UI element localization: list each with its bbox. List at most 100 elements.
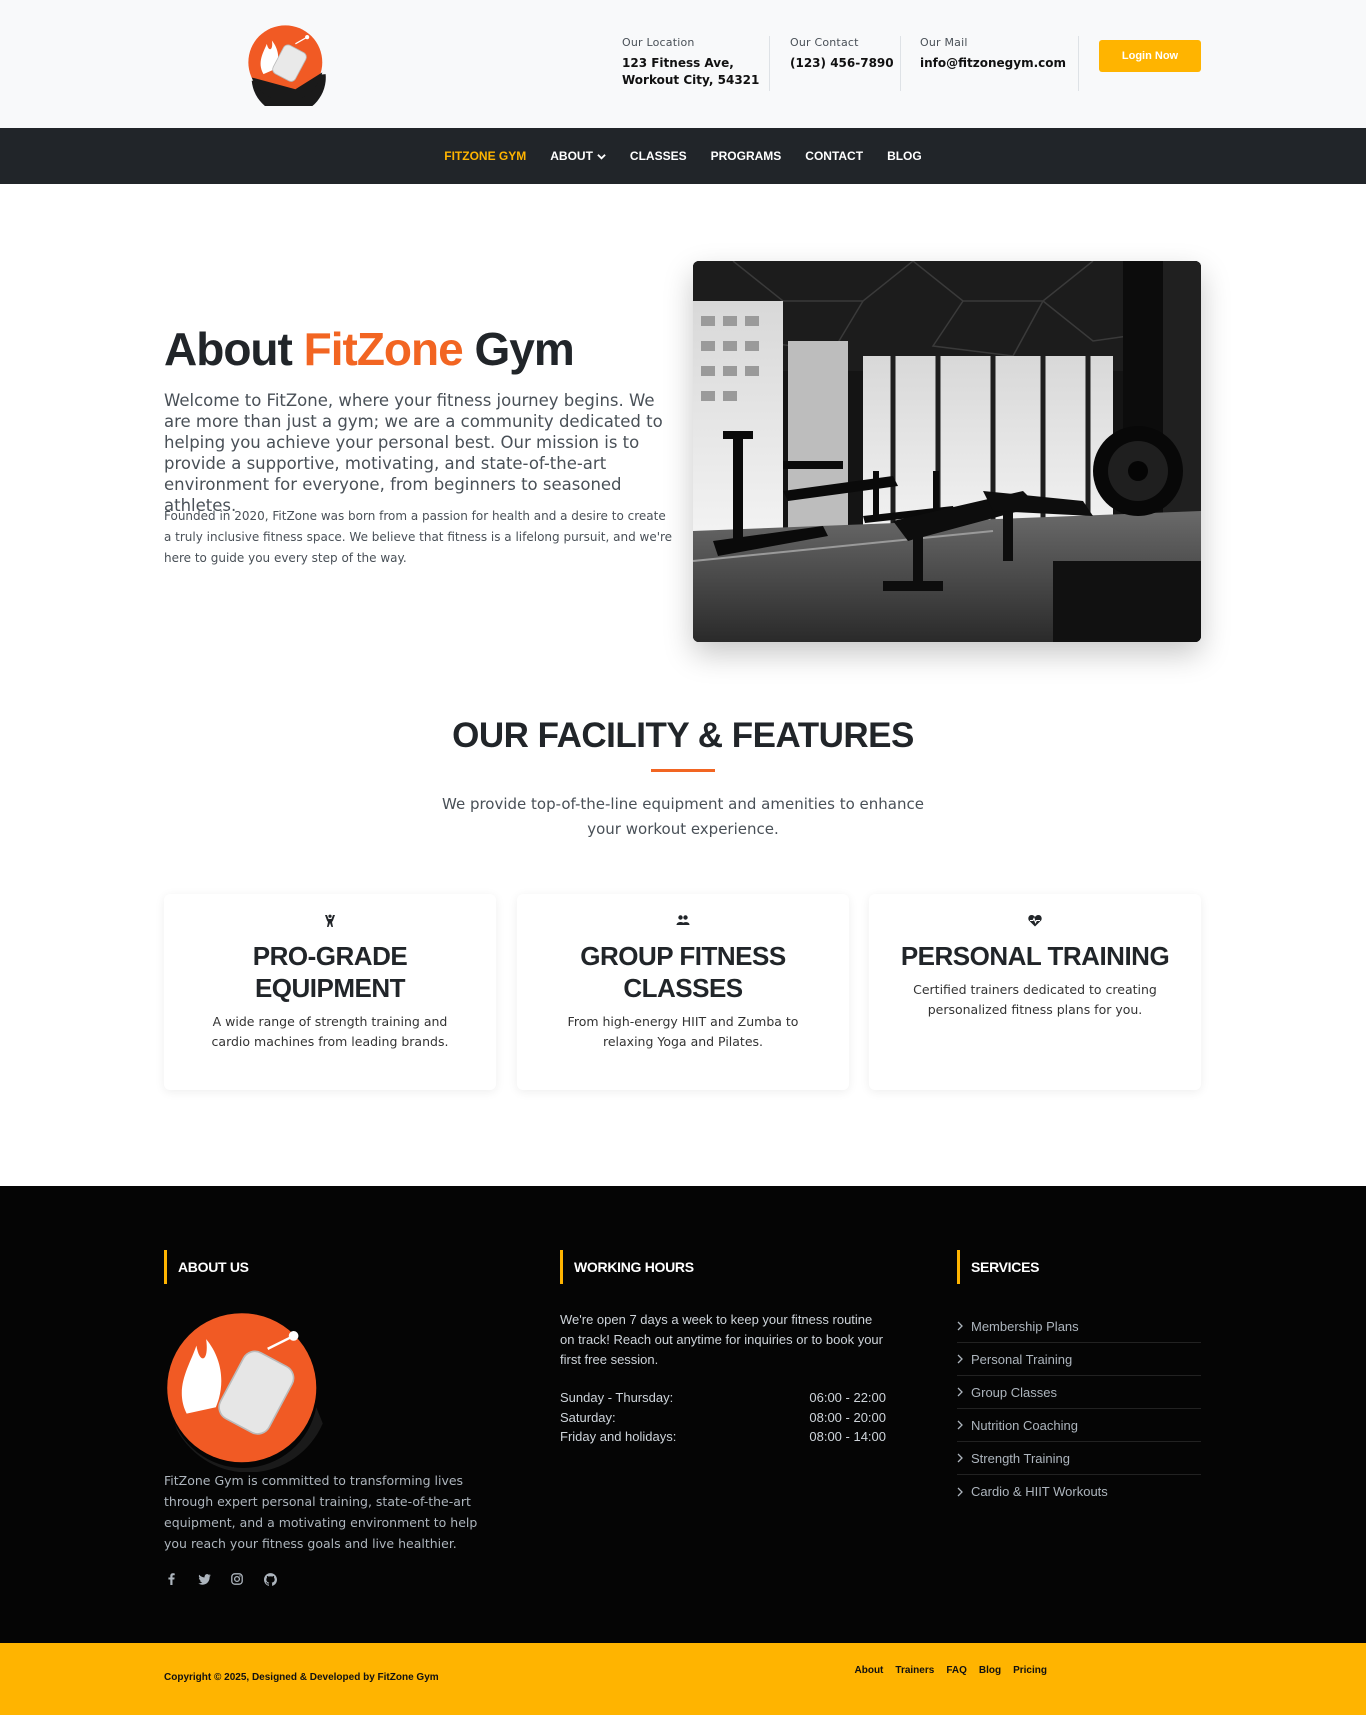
location-line1: 123 Fitness Ave, <box>622 56 734 70</box>
service-label: Cardio & HIIT Workouts <box>971 1484 1108 1499</box>
nav-label: ABOUT <box>550 149 593 163</box>
location-info: Our Location 123 Fitness Ave, Workout Ci… <box>622 36 759 89</box>
chevron-down-icon <box>597 153 606 160</box>
instagram-icon[interactable] <box>230 1572 244 1586</box>
nav-item-classes[interactable]: CLASSES <box>630 149 687 163</box>
contact-value[interactable]: (123) 456-7890 <box>790 55 894 72</box>
twitter-icon[interactable] <box>197 1572 211 1586</box>
about-text: Founded in 2020, FitZone was born from a… <box>164 509 673 565</box>
feature-card-equipment: PRO-GRADE EQUIPMENT A wide range of stre… <box>164 894 496 1090</box>
heart-pulse-icon <box>1028 915 1042 927</box>
chevron-right-icon <box>957 1420 963 1430</box>
nav-label: CLASSES <box>629 149 687 163</box>
divider <box>1078 36 1079 91</box>
mail-value[interactable]: info@fitzonegym.com <box>920 55 1066 72</box>
feature-card-group-classes: GROUP FITNESS CLASSES From high-energy H… <box>517 894 849 1090</box>
service-label: Nutrition Coaching <box>971 1417 1078 1433</box>
bottom-links: About Trainers FAQ Blog Pricing <box>855 1665 1048 1676</box>
facebook-icon[interactable] <box>164 1572 178 1586</box>
service-label: Group Classes <box>971 1384 1057 1400</box>
service-link-group-classes[interactable]: Group Classes <box>957 1376 1201 1409</box>
nav-item-programs[interactable]: PROGRAMS <box>711 149 782 163</box>
chevron-right-icon <box>957 1354 963 1364</box>
hours-day: Sunday - Thursday: <box>560 1390 674 1405</box>
card-title: PERSONAL TRAINING <box>900 941 1170 971</box>
gym-interior-photo <box>693 261 1201 642</box>
github-icon[interactable] <box>263 1572 277 1586</box>
service-label: Strength Training <box>971 1450 1071 1466</box>
hours-day: Friday and holidays: <box>560 1429 677 1444</box>
footer-services-heading: SERVICES <box>957 1250 1039 1284</box>
chevron-right-icon <box>957 1387 963 1397</box>
social-links <box>164 1572 277 1586</box>
nav-label: CONTACT <box>805 149 864 163</box>
card-text: Certified trainers dedicated to creating… <box>913 982 1157 1017</box>
login-button[interactable]: Login Now <box>1099 40 1201 72</box>
location-line2: Workout City, 54321 <box>622 73 760 87</box>
hours-day: Saturday: <box>560 1409 616 1425</box>
bottom-link-faq[interactable]: FAQ <box>946 1665 967 1676</box>
chevron-right-icon <box>957 1321 963 1331</box>
service-link-strength[interactable]: Strength Training <box>957 1442 1201 1475</box>
nav-label: FITZONE GYM <box>444 149 527 163</box>
location-value: 123 Fitness Ave, Workout City, 54321 <box>622 55 759 89</box>
main-nav: FITZONE GYM ABOUT CLASSES PROGRAMS CONTA… <box>0 128 1366 184</box>
footer-about-text: FitZone Gym is committed to transforming… <box>164 1473 478 1551</box>
hours-time: 08:00 - 14:00 <box>809 1429 886 1444</box>
service-label: Membership Plans <box>971 1318 1079 1334</box>
footer: ABOUT US FitZone Gym is committed to tra… <box>0 1186 1366 1643</box>
users-icon <box>676 915 690 925</box>
divider <box>769 36 770 91</box>
title-post: Gym <box>462 323 574 375</box>
footer-hours-heading: WORKING HOURS <box>560 1250 694 1284</box>
service-link-membership[interactable]: Membership Plans <box>957 1310 1201 1343</box>
card-title: GROUP FITNESS CLASSES <box>580 941 786 1003</box>
copyright-text: Copyright © 2025, Designed & Developed b… <box>164 1672 439 1683</box>
about-title: About FitZone Gym <box>164 322 575 376</box>
divider <box>900 36 901 91</box>
chevron-right-icon <box>957 1453 963 1463</box>
about-lead: Welcome to FitZone, where your fitness j… <box>164 391 663 515</box>
footer-about-heading: ABOUT US <box>164 1250 249 1284</box>
hours-row: Sunday - Thursday: 06:00 - 22:00 <box>560 1388 886 1408</box>
services-list: Membership Plans Personal Training Group… <box>957 1310 1201 1508</box>
hours-time: 08:00 - 20:00 <box>809 1409 886 1425</box>
fitzone-logo[interactable] <box>245 22 329 106</box>
card-text: From high-energy HIIT and Zumba to relax… <box>567 1014 799 1049</box>
title-underline <box>651 769 715 772</box>
top-header: Our Location 123 Fitness Ave, Workout Ci… <box>0 0 1366 128</box>
nav-label: BLOG <box>887 149 922 163</box>
bottom-link-about[interactable]: About <box>855 1665 884 1676</box>
feature-card-personal-training: PERSONAL TRAINING Certified trainers ded… <box>869 894 1201 1090</box>
nav-item-blog[interactable]: BLOG <box>887 149 922 163</box>
weightlifter-icon <box>325 914 335 927</box>
service-link-personal-training[interactable]: Personal Training <box>957 1343 1201 1376</box>
card-title: PRO-GRADE EQUIPMENT <box>252 941 408 1003</box>
location-label: Our Location <box>622 36 695 49</box>
facility-subtitle: We provide top-of-the-line equipment and… <box>442 795 924 838</box>
hours-intro: We're open 7 days a week to keep your fi… <box>560 1312 883 1367</box>
card-text: A wide range of strength training and ca… <box>211 1014 449 1049</box>
service-link-nutrition[interactable]: Nutrition Coaching <box>957 1409 1201 1442</box>
contact-info: Our Contact (123) 456-7890 <box>790 36 894 72</box>
bottom-link-blog[interactable]: Blog <box>979 1665 1001 1676</box>
nav-item-fitzone-gym[interactable]: FITZONE GYM <box>444 149 526 163</box>
service-label: Personal Training <box>971 1351 1073 1367</box>
title-pre: About <box>164 323 304 375</box>
bottom-link-pricing[interactable]: Pricing <box>1013 1665 1047 1676</box>
chevron-right-icon <box>957 1487 963 1496</box>
mail-label: Our Mail <box>920 36 968 49</box>
service-link-cardio-hiit[interactable]: Cardio & HIIT Workouts <box>957 1475 1201 1508</box>
nav-label: PROGRAMS <box>710 149 782 163</box>
contact-label: Our Contact <box>790 36 859 49</box>
facility-title: OUR FACILITY & FEATURES <box>452 716 914 755</box>
nav-item-contact[interactable]: CONTACT <box>805 149 863 163</box>
hours-row: Friday and holidays: 08:00 - 14:00 <box>560 1427 886 1447</box>
hours-time: 06:00 - 22:00 <box>809 1390 886 1405</box>
mail-info: Our Mail info@fitzonegym.com <box>920 36 1066 72</box>
bottom-bar: Copyright © 2025, Designed & Developed b… <box>0 1643 1366 1715</box>
nav-item-about[interactable]: ABOUT <box>550 149 606 163</box>
hours-row: Saturday: 08:00 - 20:00 <box>560 1408 886 1428</box>
bottom-link-trainers[interactable]: Trainers <box>895 1665 934 1676</box>
footer-logo[interactable] <box>164 1310 326 1472</box>
